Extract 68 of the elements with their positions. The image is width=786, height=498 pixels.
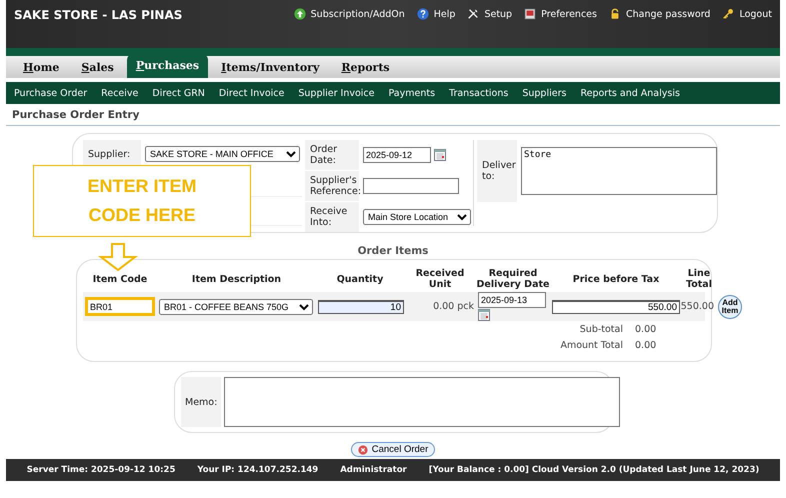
cancel-icon bbox=[358, 444, 368, 454]
header-link[interactable]: Setup bbox=[467, 8, 512, 20]
column-header: Item Description bbox=[190, 274, 282, 284]
calendar-icon[interactable] bbox=[478, 309, 490, 321]
menu-tab[interactable]: Purchases bbox=[126, 54, 208, 78]
reference-field[interactable] bbox=[363, 178, 459, 194]
delivery-date-field[interactable]: 2025-09-13 bbox=[478, 292, 546, 308]
header-link[interactable]: Preferences bbox=[524, 8, 597, 20]
item-code-field[interactable]: BR01 bbox=[85, 297, 155, 316]
column-header: Quantity bbox=[336, 274, 384, 284]
lock-icon bbox=[608, 8, 621, 20]
menu-tab[interactable]: Reports bbox=[332, 58, 399, 78]
column-header: Item Code bbox=[92, 274, 148, 284]
header-link[interactable]: Change password bbox=[608, 8, 710, 20]
deliver-to-field[interactable]: Store bbox=[521, 147, 717, 195]
field-label: Receive Into: bbox=[305, 202, 359, 232]
header-link[interactable]: Logout bbox=[722, 8, 772, 20]
store-title: SAKE STORE - LAS PINAS bbox=[14, 8, 182, 22]
menu-tab[interactable]: Home bbox=[14, 58, 68, 78]
section-title: Order Items bbox=[356, 245, 430, 257]
add-item-button[interactable]: Add Item bbox=[718, 294, 742, 318]
picture-icon bbox=[524, 8, 536, 20]
location-dropdown[interactable]: Main Store Location bbox=[363, 209, 471, 225]
field-label: Supplier's Reference: bbox=[305, 171, 359, 201]
submenu-link[interactable]: Transactions bbox=[449, 88, 508, 98]
total-label: Amount Total bbox=[560, 340, 623, 350]
menu-tab[interactable]: Items/Inventory bbox=[212, 58, 328, 78]
field-label: Order Date: bbox=[305, 140, 359, 170]
header-link[interactable]: Help bbox=[416, 8, 456, 20]
tools-icon bbox=[467, 8, 480, 20]
field-label: Deliver to: bbox=[477, 140, 517, 202]
help-icon bbox=[416, 8, 429, 20]
quantity-field[interactable]: 10 bbox=[318, 300, 404, 314]
submenu-link[interactable]: Suppliers bbox=[522, 88, 566, 98]
header-link[interactable]: Subscription/AddOn bbox=[294, 8, 405, 20]
key-icon bbox=[722, 8, 734, 20]
submenu-link[interactable]: Direct Invoice bbox=[218, 88, 284, 98]
line-total: 550.00 bbox=[680, 301, 714, 312]
order-date-field[interactable]: 2025-09-12 bbox=[363, 147, 431, 163]
submenu-link[interactable]: Receive bbox=[101, 88, 138, 98]
column-header: Required Delivery Date bbox=[476, 268, 550, 290]
page-title: Purchase Order Entry bbox=[12, 108, 140, 120]
submenu-link[interactable]: Supplier Invoice bbox=[298, 88, 374, 98]
total-value: 0.00 bbox=[635, 340, 658, 350]
cancel-order-button[interactable]: Cancel Order bbox=[350, 442, 436, 457]
calendar-icon[interactable] bbox=[434, 149, 446, 161]
supplier-dropdown[interactable]: SAKE STORE - MAIN OFFICE bbox=[145, 146, 300, 162]
submenu-link[interactable]: Direct GRN bbox=[152, 88, 205, 98]
up-arrow-icon bbox=[294, 8, 306, 20]
footer-text: Administrator bbox=[340, 465, 407, 475]
column-header: Received Unit bbox=[414, 268, 466, 290]
footer-text: Your IP: 124.107.252.149 bbox=[197, 465, 318, 475]
price-field[interactable]: 550.00 bbox=[552, 300, 680, 314]
footer-text: [Your Balance : 0.00] Cloud Version 2.0 (Updated Last June 12, 2023) bbox=[428, 465, 760, 475]
column-header: Price before Tax bbox=[572, 274, 660, 284]
submenu-link[interactable]: Reports and Analysis bbox=[580, 88, 680, 98]
field-label: Memo: bbox=[181, 377, 222, 427]
submenu-link[interactable]: Purchase Order bbox=[14, 88, 88, 98]
column-header: Line Total bbox=[685, 268, 713, 290]
footer-text: Server Time: 2025-09-12 10:25 bbox=[26, 465, 176, 475]
menu-tab[interactable]: Sales bbox=[72, 58, 123, 78]
item-dropdown[interactable]: BR01 - COFFEE BEANS 750G bbox=[159, 298, 313, 314]
submenu-link[interactable]: Payments bbox=[388, 88, 436, 98]
callout-text: ENTER ITEM CODE HERE bbox=[86, 175, 198, 227]
received-unit: 0.00 pck bbox=[433, 301, 474, 312]
total-label: Sub-total bbox=[580, 324, 623, 334]
total-value: 0.00 bbox=[635, 324, 658, 334]
memo-field[interactable] bbox=[224, 377, 620, 427]
